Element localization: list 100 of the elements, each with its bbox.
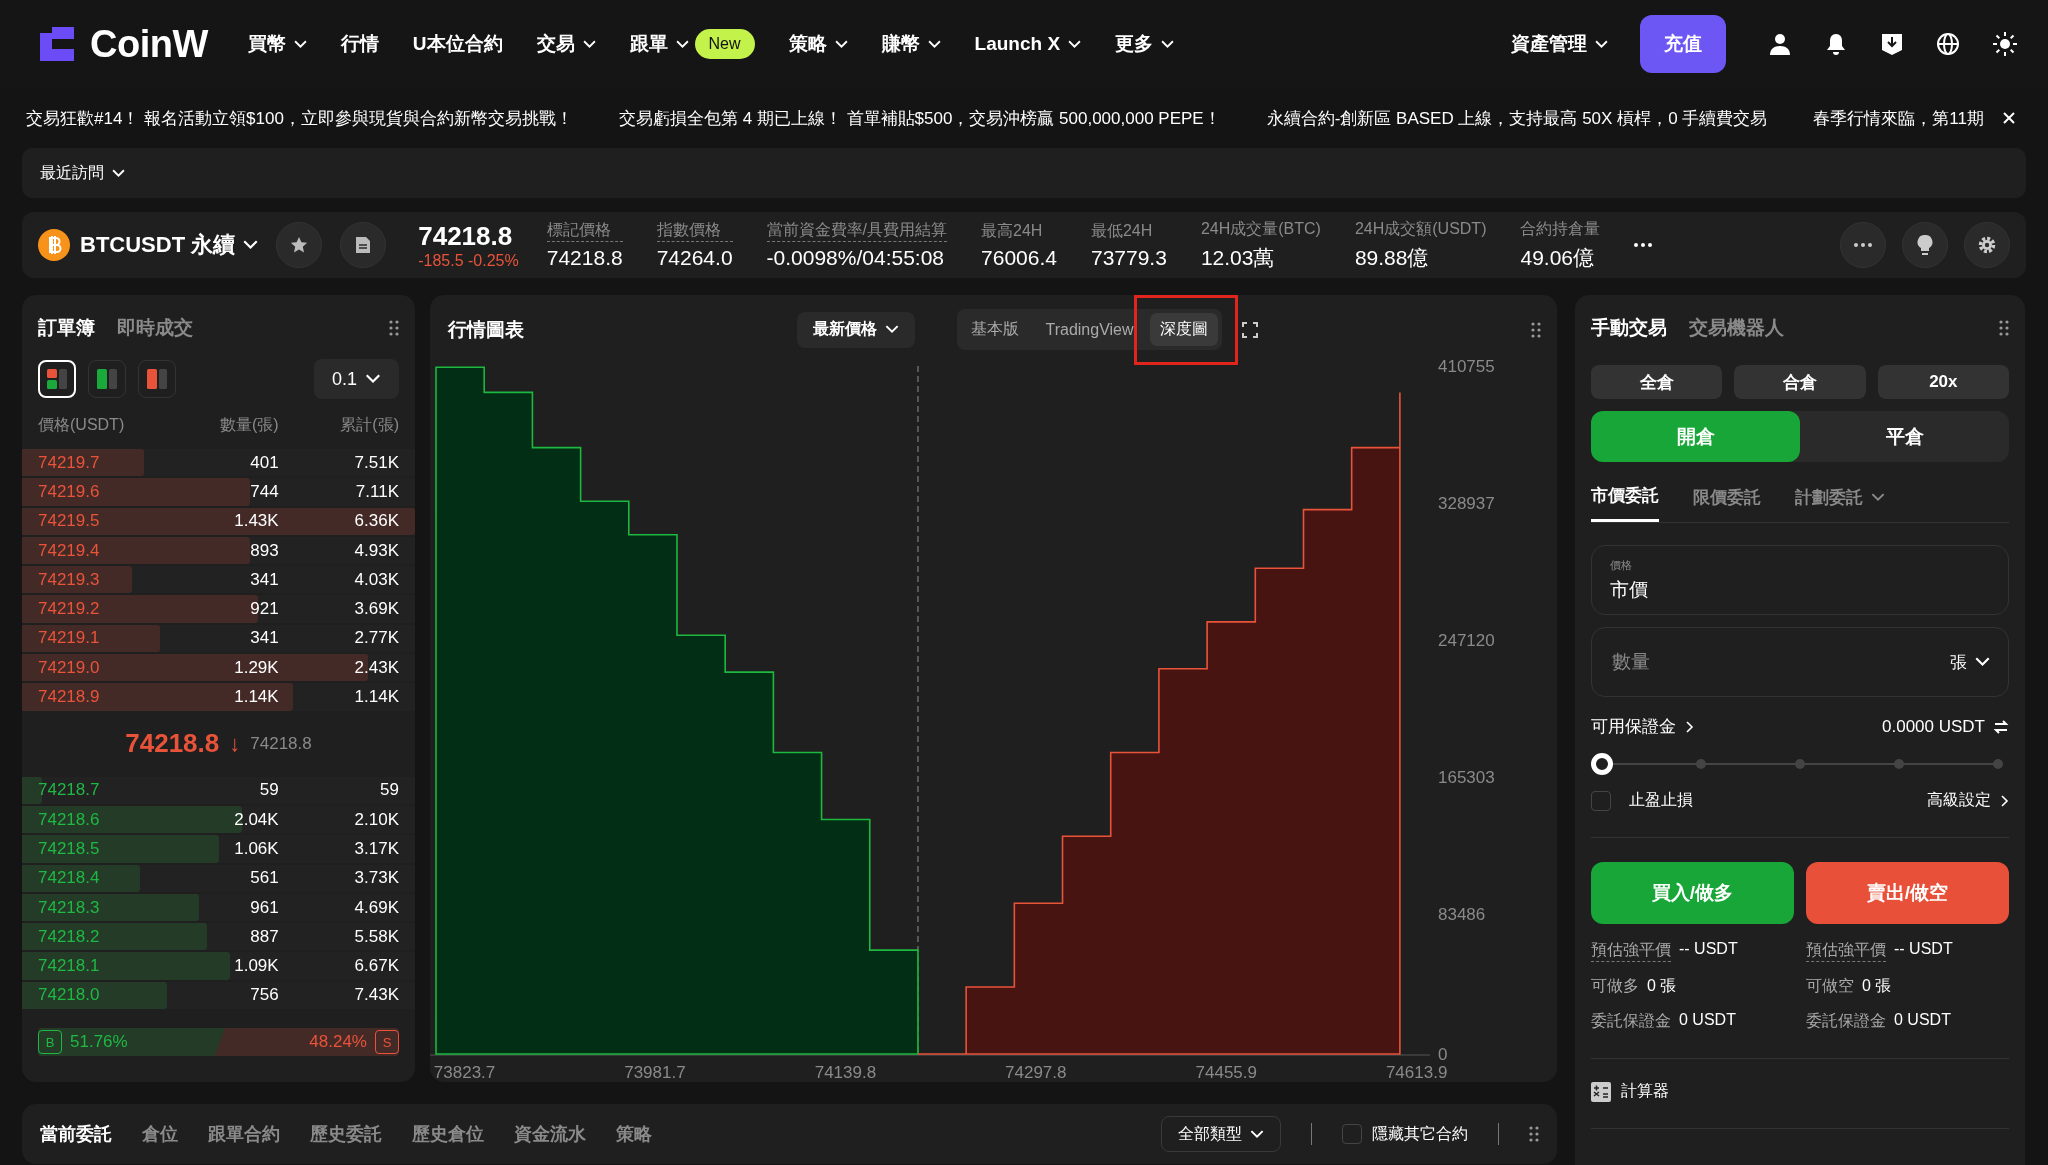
drag-handle-icon[interactable]	[389, 320, 399, 336]
price-field[interactable]: 價格 市價	[1591, 545, 2009, 615]
margin-mode-button[interactable]: 全倉	[1591, 365, 1723, 399]
nav-link[interactable]: 跟單	[629, 31, 689, 57]
drag-handle-icon[interactable]	[1999, 320, 2009, 336]
orders-tab[interactable]: 歷史倉位	[412, 1122, 484, 1146]
price-type-dropdown[interactable]: 最新價格	[797, 311, 916, 348]
settings-button[interactable]	[1964, 222, 2010, 268]
lightbulb-button[interactable]	[1902, 222, 1948, 268]
checkbox[interactable]	[1591, 790, 1611, 811]
nav-link[interactable]: 更多	[1115, 31, 1175, 57]
star-icon	[290, 236, 309, 254]
side-tab[interactable]: 平倉	[1800, 411, 2009, 462]
total-cell-text: 7.11K	[354, 481, 399, 502]
bid-price[interactable]: 74218.0	[38, 985, 159, 1006]
fullscreen-icon[interactable]	[1241, 321, 1258, 338]
sun-icon[interactable]	[1992, 31, 2018, 57]
orders-tab[interactable]: 當前委託	[40, 1122, 112, 1146]
nav-link[interactable]: 買幣	[247, 31, 307, 57]
checkbox[interactable]	[1342, 1124, 1362, 1144]
advanced-settings-link[interactable]: 高級設定	[1927, 790, 2009, 811]
ask-price[interactable]: 74219.2	[38, 599, 159, 620]
ask-price[interactable]: 74219.6	[38, 481, 159, 502]
panel-tab[interactable]: 交易機器人	[1689, 315, 1784, 341]
view-tab[interactable]: 深度圖	[1149, 313, 1218, 346]
nav-link[interactable]: U本位合約	[412, 31, 503, 57]
y-axis-label: 410755	[1438, 357, 1495, 376]
logo-text[interactable]: CoinW	[90, 22, 208, 66]
drag-handle-icon[interactable]	[1531, 321, 1541, 338]
orders-tab[interactable]: 策略	[616, 1122, 652, 1146]
sell-tag: S	[375, 1030, 399, 1055]
ask-price[interactable]: 74219.4	[38, 540, 159, 561]
bid-price[interactable]: 74218.5	[38, 838, 159, 859]
calculator-icon[interactable]	[1591, 1081, 1611, 1102]
ask-price[interactable]: 74218.9	[38, 687, 159, 707]
nav-link[interactable]: Launch X	[974, 33, 1082, 55]
ask-price[interactable]: 74219.0	[38, 657, 159, 678]
x-axis-label: 73981.7	[624, 1063, 686, 1082]
deposit-button[interactable]: 充值	[1640, 15, 1726, 73]
down-arrow: ↓	[229, 730, 241, 757]
more-button[interactable]	[1840, 222, 1886, 268]
view-tab[interactable]: TradingView	[1035, 313, 1144, 346]
close-icon[interactable]	[2002, 111, 2016, 125]
orders-tab[interactable]: 歷史委託	[310, 1122, 382, 1146]
type-filter-dropdown[interactable]: 全部類型	[1161, 1116, 1281, 1152]
total-cell-text: 1.14K	[353, 687, 399, 707]
margin-mode-button[interactable]: 合倉	[1734, 365, 1866, 399]
bid-price[interactable]: 74218.4	[38, 868, 159, 889]
nav-link[interactable]: 賺幣	[881, 31, 941, 57]
announcement-link[interactable]: 交易虧損全包第 4 期已上線！ 首單補貼$500，交易沖榜贏 500,000,000 PEPE！	[618, 106, 1221, 130]
order-type-tab[interactable]: 限價委託	[1693, 484, 1761, 522]
announcement-link[interactable]: 交易狂歡#14！ 報名活動立領$100，立即參與現貨與合約新幣交易挑戰！	[26, 106, 573, 130]
panel-tab[interactable]: 即時成交	[117, 315, 193, 341]
download-icon[interactable]	[1880, 32, 1904, 56]
bid-price[interactable]: 74218.7	[38, 780, 159, 801]
favorite-button[interactable]	[276, 222, 323, 268]
orders-tab[interactable]: 資金流水	[514, 1122, 586, 1146]
assets-menu[interactable]: 資產管理	[1511, 31, 1608, 57]
bid-price[interactable]: 74218.3	[38, 897, 159, 918]
globe-icon[interactable]	[1936, 32, 1960, 56]
ask-price[interactable]: 74219.1	[38, 628, 159, 649]
ask-price[interactable]: 74219.5	[38, 511, 159, 532]
nav-link[interactable]: 行情	[340, 31, 379, 57]
quantity-cell-text: 887	[249, 926, 279, 947]
announcement-link[interactable]: 永續合約-創新區 BASED 上線，支持最高 50X 槓桿，0 手續費交易	[1266, 106, 1768, 130]
symbol-selector[interactable]: BTCUSDT 永續	[80, 230, 259, 260]
drag-handle-icon[interactable]	[1529, 1126, 1539, 1142]
ask-price[interactable]: 74219.7	[38, 452, 159, 473]
panel-tab[interactable]: 訂單簿	[38, 315, 95, 341]
margin-mode-button[interactable]: 20x	[1877, 365, 2009, 399]
bell-icon[interactable]	[1824, 32, 1848, 56]
mark-price: 74218.8	[250, 733, 312, 754]
nav-link[interactable]: 策略	[788, 31, 848, 57]
document-button[interactable]	[340, 222, 387, 268]
nav-link[interactable]: 交易	[536, 31, 596, 57]
calculator-link[interactable]: 計算器	[1621, 1081, 1669, 1102]
order-type-tab[interactable]: 市價委託	[1591, 484, 1659, 522]
orders-tab[interactable]: 倉位	[142, 1122, 178, 1146]
bid-price[interactable]: 74218.6	[38, 809, 159, 830]
stat-label: 最低24H	[1090, 220, 1154, 241]
sell-short-button[interactable]: 賣出/做空	[1806, 862, 2009, 924]
unit-dropdown[interactable]: 張	[1950, 650, 1990, 674]
total-cell-text: 6.67K	[353, 956, 399, 977]
precision-dropdown[interactable]: 0.1	[313, 359, 399, 399]
user-icon[interactable]	[1768, 32, 1792, 56]
transfer-icon[interactable]	[1993, 718, 2009, 735]
orders-tab[interactable]: 跟單合約	[208, 1122, 280, 1146]
more-icon[interactable]	[1634, 243, 1653, 247]
recent-visits-dropdown[interactable]: 最近訪問	[40, 162, 125, 184]
quantity-field[interactable]: 數量 張	[1591, 627, 2009, 697]
bid-price[interactable]: 74218.2	[38, 926, 159, 947]
order-type-tab[interactable]: 計劃委託	[1795, 484, 1885, 522]
panel-tab[interactable]: 手動交易	[1591, 315, 1667, 341]
available-margin-link[interactable]: 可用保證金	[1591, 715, 1694, 738]
quantity-cell-text: 2.04K	[233, 809, 279, 830]
last-price: 74218.8	[418, 220, 514, 252]
announcement-link[interactable]: 春季行情來臨，第11期	[1813, 106, 1984, 130]
bid-price[interactable]: 74218.1	[38, 956, 159, 977]
ask-price[interactable]: 74219.3	[38, 569, 159, 590]
view-tab[interactable]: 基本版	[961, 313, 1030, 346]
